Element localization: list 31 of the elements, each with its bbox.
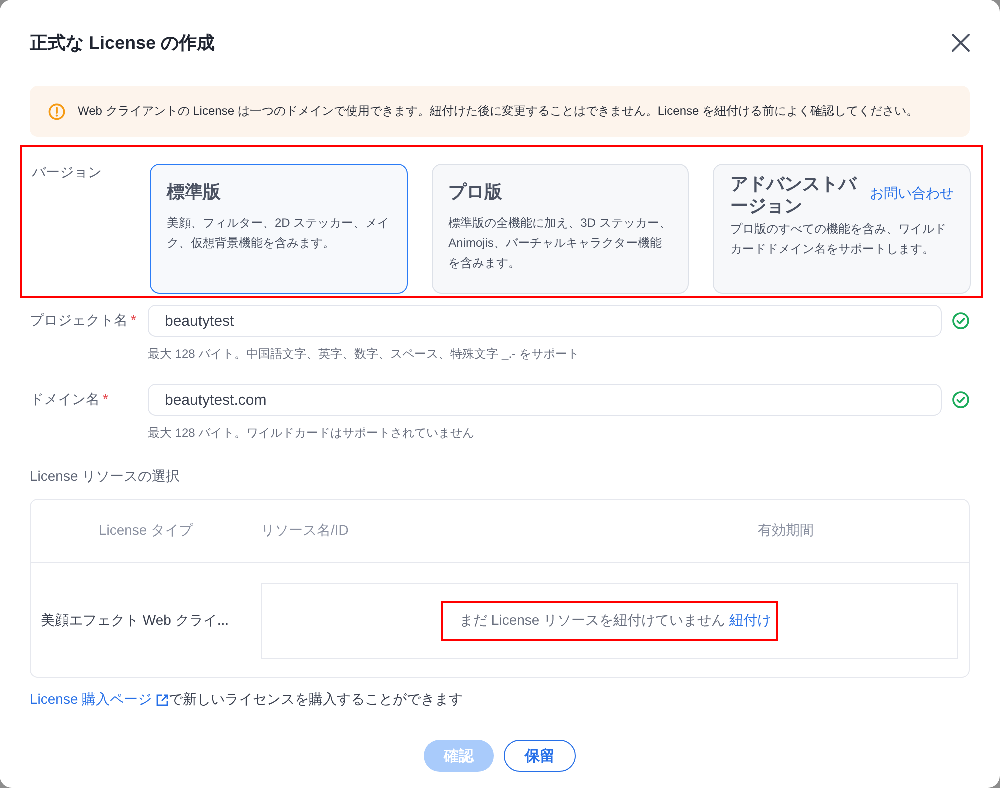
column-header: License タイプ bbox=[98, 522, 194, 540]
purchase-text: で新しいライセンスを購入することができます bbox=[169, 691, 464, 709]
hold-button[interactable]: 保留 bbox=[504, 740, 576, 772]
version-description: プロ版のすべての機能を含み、ワイルドカードドメイン名をサポートします。 bbox=[730, 221, 948, 258]
purchase-link[interactable]: License 購入ページ bbox=[30, 691, 170, 709]
version-title: 標準版 bbox=[167, 181, 222, 203]
column-header: リソース名/ID bbox=[261, 522, 350, 540]
field-label: ドメイン名 * bbox=[30, 391, 110, 409]
version-title: アドバンストバージョン bbox=[730, 173, 858, 217]
external-link-icon bbox=[156, 694, 170, 706]
column-header: 有効期間 bbox=[757, 522, 815, 540]
field-label: プロジェクト名 * bbox=[30, 312, 138, 330]
contact-link[interactable]: お問い合わせ bbox=[870, 185, 954, 203]
field-hint: 最大 128 バイト。ワイルドカードはサポートされていません bbox=[148, 425, 476, 442]
empty-message: まだ License リソースを紐付けていません 紐付け bbox=[440, 600, 778, 640]
version-title: プロ版 bbox=[448, 181, 504, 203]
warning-text: Web クライアントの License は一つのドメインで使用できます。紐付けた後に変更することはできません。License を紐付ける前によく確認してください。 bbox=[78, 103, 919, 120]
dialog-title: 正式な License の作成 bbox=[30, 32, 216, 55]
version-description: 標準版の全機能に加え、3D ステッカー、Animojis、バーチャルキャラクター機能を含みます。 bbox=[448, 215, 672, 272]
warning-icon bbox=[48, 102, 66, 120]
text-field[interactable]: beautytest.com bbox=[148, 384, 942, 416]
version-card[interactable]: 標準版 美顔、フィルター、2D ステッカー、メイク、仮想背景機能を含みます。 bbox=[150, 164, 408, 294]
version-description: 美顔、フィルター、2D ステッカー、メイク、仮想背景機能を含みます。 bbox=[167, 215, 391, 252]
bind-link[interactable]: 紐付け bbox=[729, 612, 772, 628]
version-card[interactable]: プロ版 標準版の全機能に加え、3D ステッカー、Animojis、バーチャルキャラクター機能を含みます。 bbox=[432, 164, 690, 294]
table-cell-text: 美顔エフェクト Web クライ... bbox=[40, 612, 230, 630]
field-label: バージョン bbox=[32, 164, 103, 182]
section-label: License リソースの選択 bbox=[30, 468, 182, 486]
field-hint: 最大 128 バイト。中国語文字、英字、数字、スペース、特殊文字 _.- をサポート bbox=[148, 346, 580, 363]
close-icon[interactable] bbox=[950, 32, 972, 54]
text-field[interactable]: beautytest bbox=[148, 305, 942, 337]
